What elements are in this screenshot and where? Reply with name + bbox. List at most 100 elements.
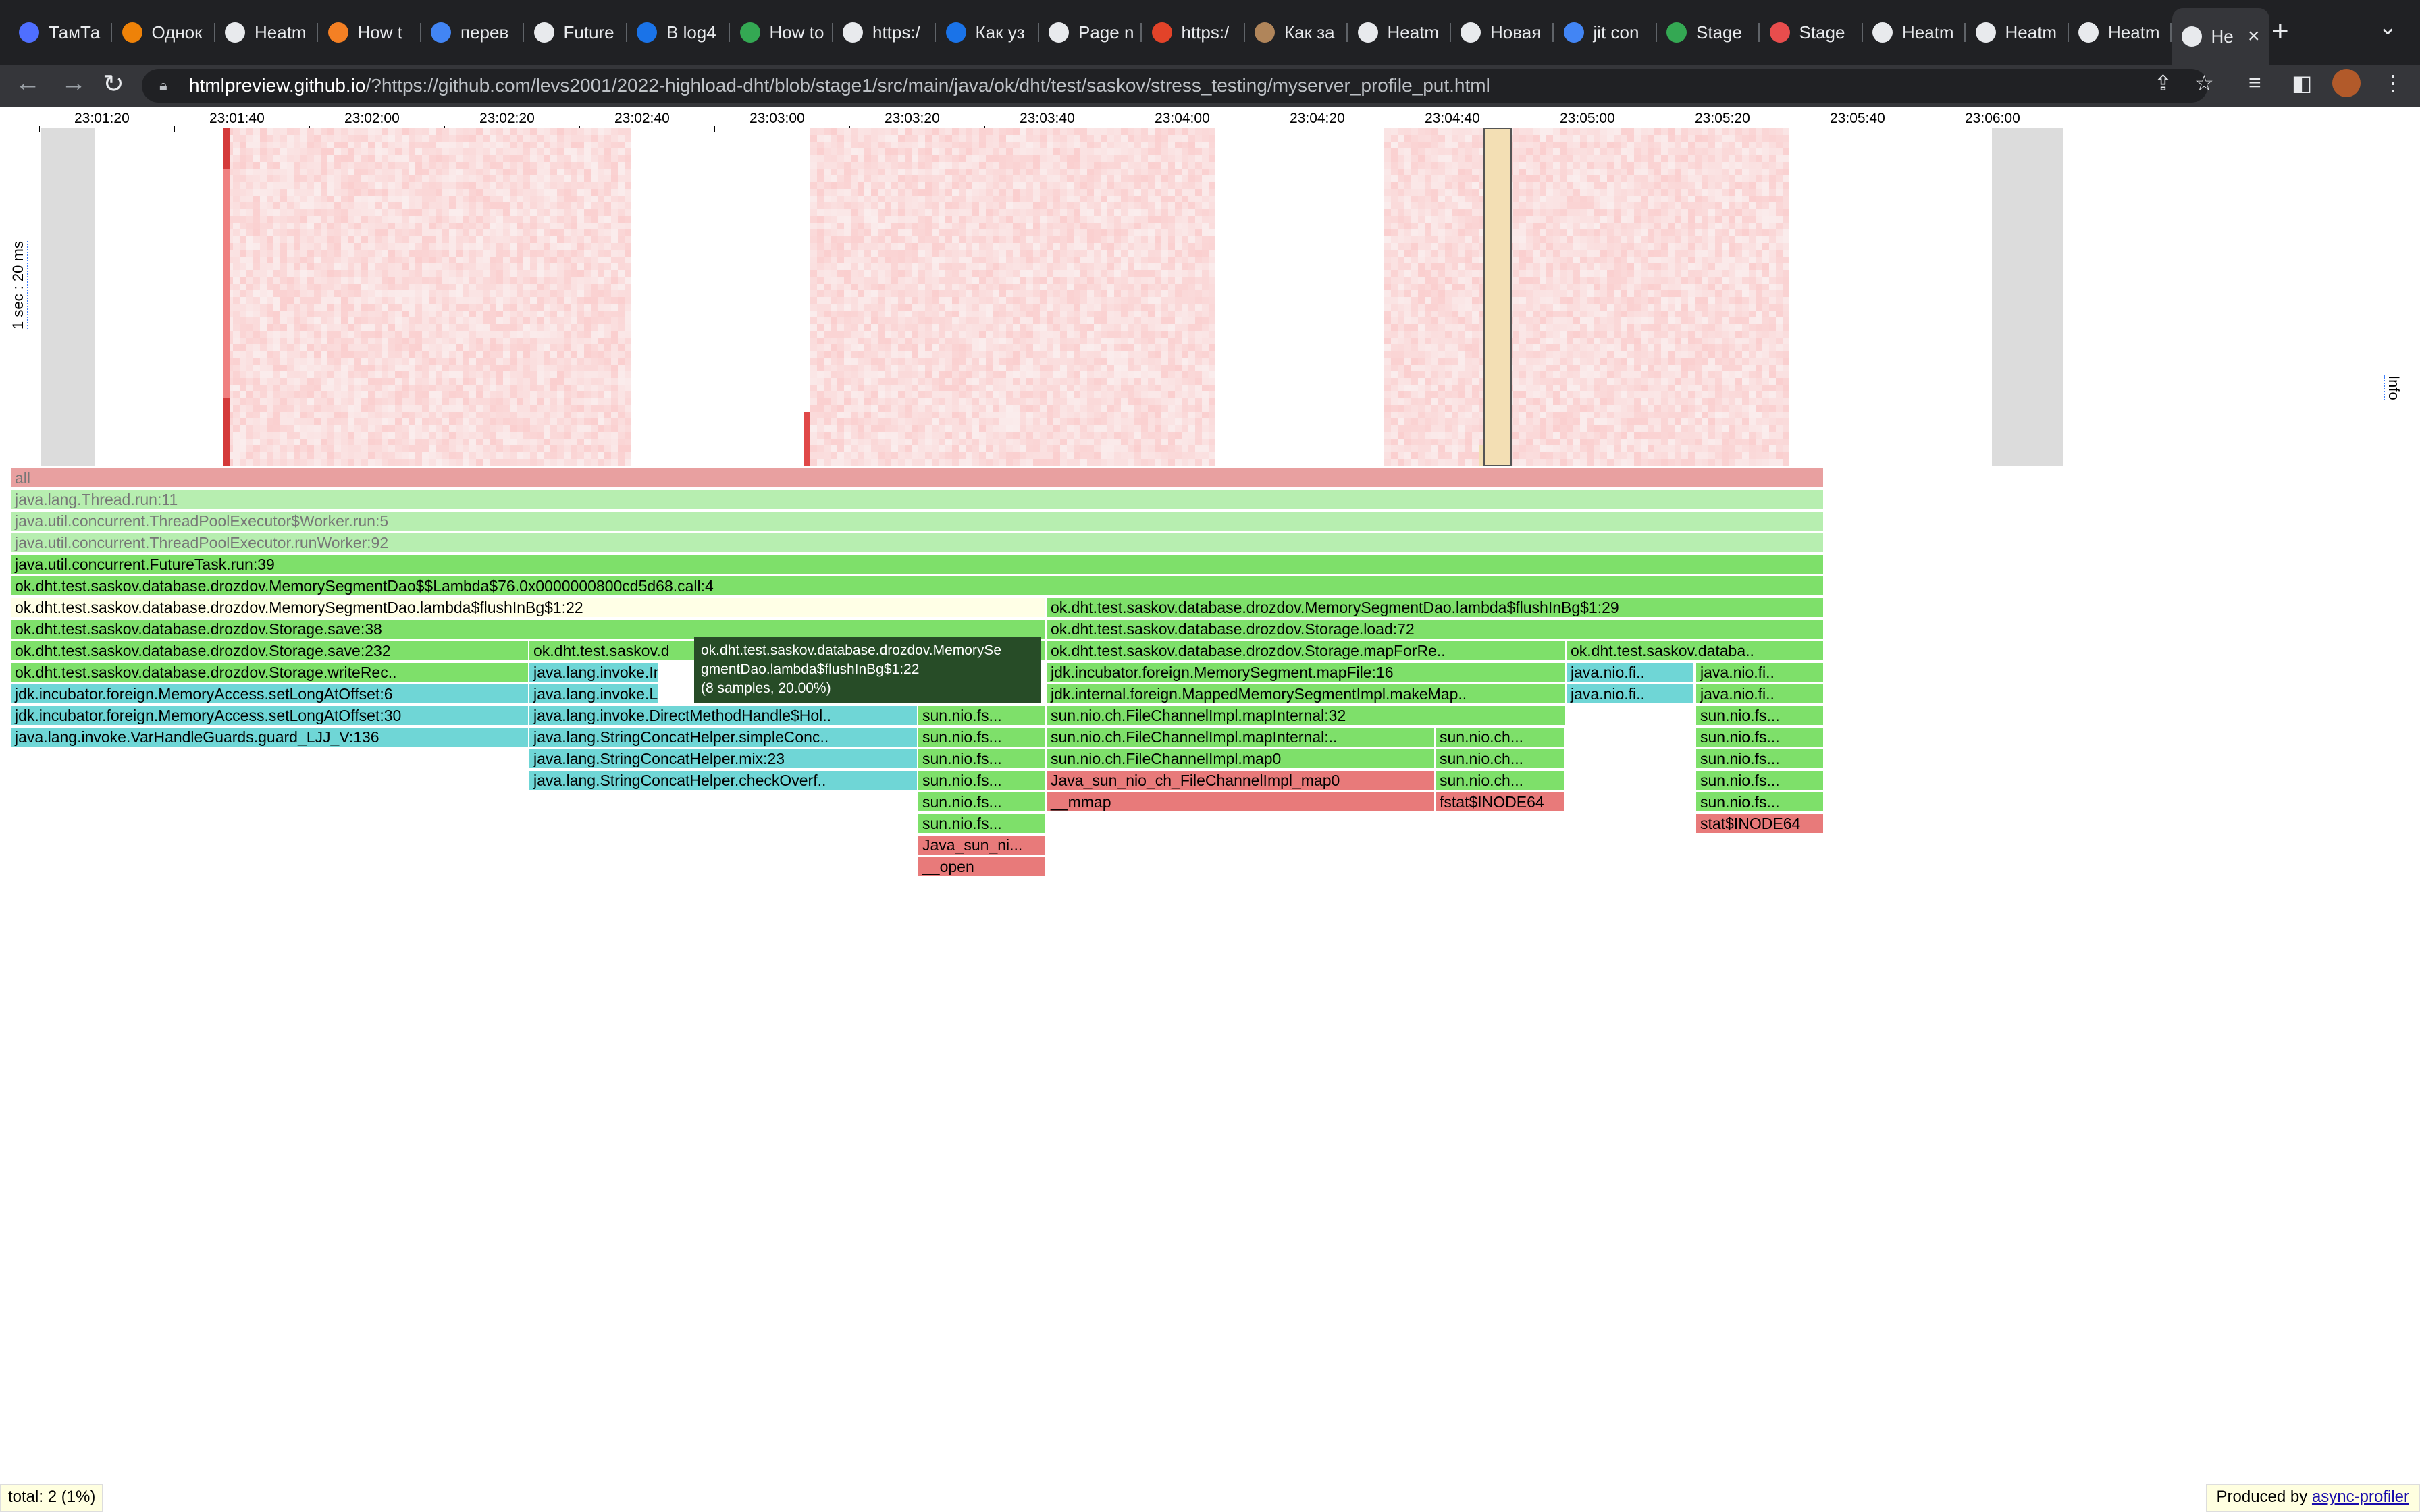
heatmap-cell[interactable] [253, 338, 260, 344]
heatmap-cell[interactable] [267, 405, 273, 412]
heatmap-cell[interactable] [361, 182, 368, 189]
heatmap-cell[interactable] [273, 196, 280, 202]
heatmap-cell[interactable] [979, 338, 986, 344]
heatmap-cell[interactable] [618, 398, 625, 405]
heatmap-cell[interactable] [233, 148, 240, 155]
heatmap-cell[interactable] [246, 162, 253, 169]
heatmap-cell[interactable] [321, 344, 327, 351]
heatmap-cell[interactable] [449, 223, 456, 230]
heatmap-cell[interactable] [999, 317, 1006, 324]
heatmap-cell[interactable] [932, 277, 939, 284]
heatmap-cell[interactable] [993, 425, 999, 432]
heatmap-cell[interactable] [851, 196, 858, 202]
heatmap-cell[interactable] [878, 405, 885, 412]
heatmap-cell[interactable] [476, 230, 483, 236]
heatmap-cell[interactable] [831, 358, 837, 364]
heatmap-cell[interactable] [273, 439, 280, 446]
heatmap-cell[interactable] [300, 290, 307, 297]
heatmap-cell[interactable] [429, 202, 436, 209]
heatmap-cell[interactable] [604, 452, 611, 459]
heatmap-cell[interactable] [824, 317, 831, 324]
heatmap-cell[interactable] [891, 324, 898, 331]
heatmap-cell[interactable] [1033, 202, 1040, 209]
heatmap-cell[interactable] [912, 128, 918, 135]
heatmap-cell[interactable] [898, 209, 905, 216]
heatmap-cell[interactable] [327, 209, 334, 216]
heatmap-cell[interactable] [557, 223, 564, 230]
heatmap-cell[interactable] [523, 284, 530, 290]
heatmap-cell[interactable] [871, 277, 878, 284]
heatmap-cell[interactable] [591, 290, 598, 297]
heatmap-cell[interactable] [831, 446, 837, 452]
heatmap-cell[interactable] [966, 209, 972, 216]
heatmap-cell[interactable] [510, 378, 517, 385]
heatmap-cell[interactable] [1013, 446, 1020, 452]
heatmap-cell[interactable] [604, 364, 611, 371]
heatmap-cell[interactable] [402, 148, 409, 155]
heatmap-cell[interactable] [564, 182, 571, 189]
heatmap-cell[interactable] [544, 243, 550, 250]
heatmap-cell[interactable] [537, 398, 544, 405]
heatmap-cell[interactable] [986, 392, 993, 398]
heatmap-cell[interactable] [490, 317, 496, 324]
heatmap-cell[interactable] [469, 202, 476, 209]
heatmap-cell[interactable] [327, 128, 334, 135]
heatmap-cell[interactable] [972, 446, 979, 452]
heatmap-cell[interactable] [945, 452, 952, 459]
heatmap-cell[interactable] [436, 378, 442, 385]
heatmap-cell[interactable] [898, 162, 905, 169]
heatmap-cell[interactable] [300, 338, 307, 344]
heatmap-cell[interactable] [402, 405, 409, 412]
heatmap-cell[interactable] [476, 256, 483, 263]
heatmap-cell[interactable] [415, 176, 422, 182]
heatmap-cell[interactable] [932, 317, 939, 324]
heatmap-cell[interactable] [314, 446, 321, 452]
heatmap-cell[interactable] [885, 297, 891, 304]
heatmap-cell[interactable] [979, 236, 986, 243]
heatmap-cell[interactable] [918, 392, 925, 398]
heatmap-cell[interactable] [476, 182, 483, 189]
heatmap-cell[interactable] [240, 209, 246, 216]
heatmap-cell[interactable] [517, 344, 523, 351]
heatmap-cell[interactable] [395, 371, 402, 378]
heatmap-cell[interactable] [885, 142, 891, 148]
heatmap-cell[interactable] [959, 209, 966, 216]
heatmap-cell[interactable] [1006, 236, 1013, 243]
heatmap-cell[interactable] [260, 284, 267, 290]
heatmap-cell[interactable] [253, 189, 260, 196]
heatmap-cell[interactable] [999, 358, 1006, 364]
heatmap-cell[interactable] [939, 270, 945, 277]
heatmap-cell[interactable] [246, 412, 253, 418]
heatmap-cell[interactable] [871, 378, 878, 385]
heatmap-cell[interactable] [864, 182, 871, 189]
heatmap-cell[interactable] [625, 256, 631, 263]
heatmap-cell[interactable] [891, 176, 898, 182]
heatmap-cell[interactable] [523, 128, 530, 135]
heatmap-cell[interactable] [463, 148, 469, 155]
heatmap-cell[interactable] [1026, 243, 1033, 250]
heatmap-cell[interactable] [979, 344, 986, 351]
heatmap-cell[interactable] [348, 182, 354, 189]
heatmap-cell[interactable] [885, 412, 891, 418]
heatmap-cell[interactable] [334, 176, 341, 182]
heatmap-cell[interactable] [1033, 358, 1040, 364]
heatmap-cell[interactable] [469, 364, 476, 371]
heatmap-cell[interactable] [341, 169, 348, 176]
heatmap-cell[interactable] [402, 317, 409, 324]
heatmap-cell[interactable] [240, 189, 246, 196]
heatmap-cell[interactable] [395, 256, 402, 263]
heatmap-cell[interactable] [517, 324, 523, 331]
heatmap-cell[interactable] [966, 405, 972, 412]
heatmap-cell[interactable] [952, 236, 959, 243]
heatmap-cell[interactable] [300, 446, 307, 452]
heatmap-cell[interactable] [584, 385, 591, 392]
heatmap-cell[interactable] [905, 378, 912, 385]
heatmap-cell[interactable] [591, 452, 598, 459]
heatmap-cell[interactable] [382, 243, 388, 250]
heatmap-cell[interactable] [449, 189, 456, 196]
heatmap-cell[interactable] [287, 371, 294, 378]
heatmap-cell[interactable] [429, 432, 436, 439]
heatmap-cell[interactable] [577, 459, 584, 466]
heatmap-cell[interactable] [456, 277, 463, 284]
heatmap-cell[interactable] [925, 405, 932, 412]
